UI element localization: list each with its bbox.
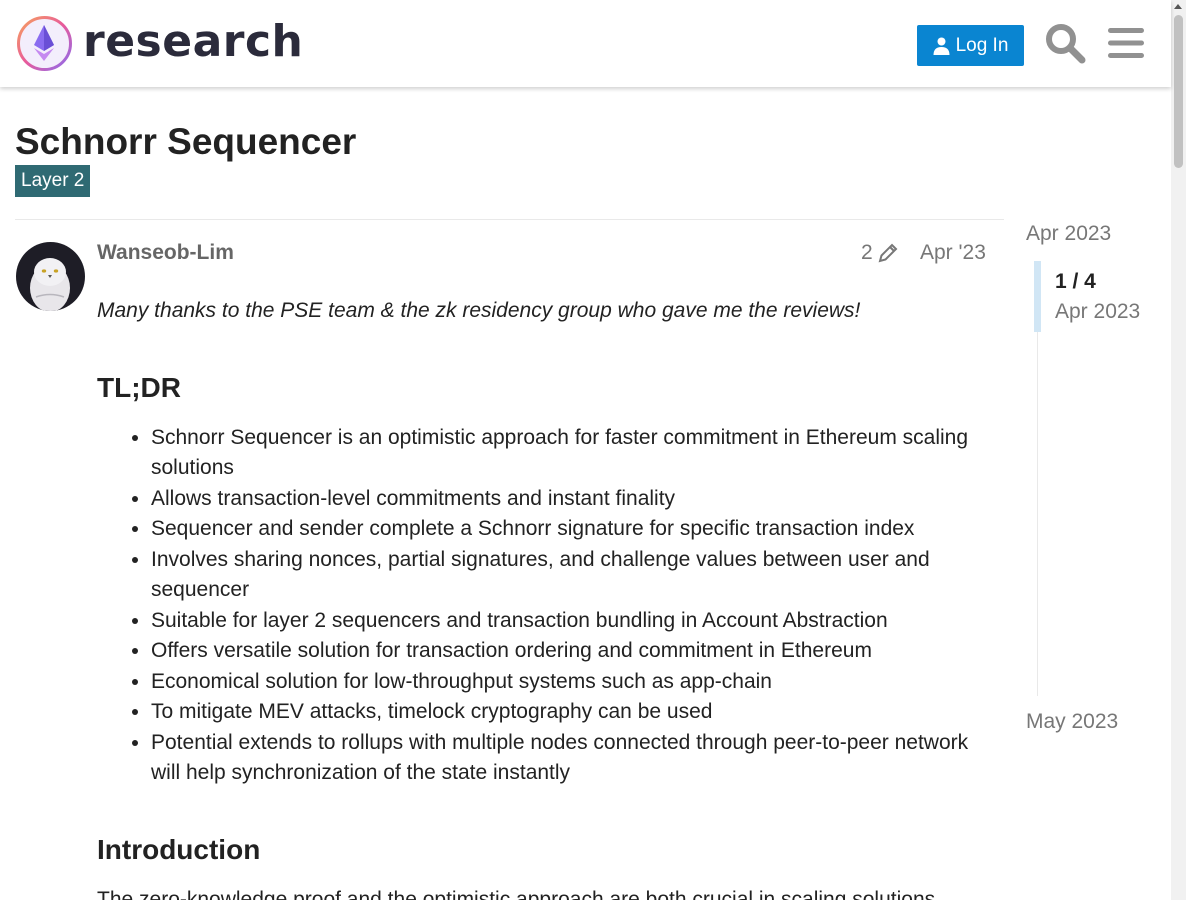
introduction-text: The zero-knowledge proof and the optimis…	[97, 887, 936, 900]
timeline-end-date[interactable]: May 2023	[1026, 710, 1118, 734]
tldr-heading: TL;DR	[97, 371, 181, 403]
login-button[interactable]: Log In	[917, 25, 1024, 66]
thanks-note: Many thanks to the PSE team & the zk res…	[97, 299, 861, 322]
post-body: Many thanks to the PSE team & the zk res…	[97, 296, 977, 900]
title-divider	[15, 219, 1004, 220]
edit-count: 2	[861, 241, 873, 264]
introduction-heading: Introduction	[97, 833, 261, 865]
hamburger-menu-icon[interactable]	[1107, 24, 1145, 62]
user-icon	[933, 37, 950, 55]
list-item: Allows transaction-level commitments and…	[151, 484, 977, 515]
post-author[interactable]: Wanseob-Lim	[97, 241, 234, 265]
post-date[interactable]: Apr '23	[920, 241, 986, 265]
avatar[interactable]	[16, 242, 85, 311]
list-item: Offers versatile solution for transactio…	[151, 636, 977, 667]
ethereum-research-logo	[17, 16, 72, 71]
list-item: Schnorr Sequencer is an optimistic appro…	[151, 423, 977, 484]
list-item: To mitigate MEV attacks, timelock crypto…	[151, 697, 977, 728]
tldr-list: Schnorr Sequencer is an optimistic appro…	[151, 423, 977, 789]
timeline-scroll-handle[interactable]	[1034, 261, 1041, 332]
login-label: Log In	[955, 34, 1009, 56]
timeline-start-date[interactable]: Apr 2023	[1026, 222, 1111, 246]
scroll-up-arrow-icon[interactable]	[1174, 4, 1182, 9]
list-item: Economical solution for low-throughput s…	[151, 667, 977, 698]
search-icon[interactable]	[1044, 22, 1086, 64]
topic-title[interactable]: Schnorr Sequencer	[15, 121, 356, 163]
site-header: research Log In	[0, 0, 1171, 87]
list-item: Sequencer and sender complete a Schnorr …	[151, 514, 977, 545]
list-item: Involves sharing nonces, partial signatu…	[151, 545, 977, 606]
list-item: Suitable for layer 2 sequencers and tran…	[151, 606, 977, 637]
timeline-position: 1 / 4	[1055, 270, 1096, 293]
category-badge[interactable]: Layer 2	[15, 165, 91, 197]
page-scrollbar[interactable]	[1171, 0, 1186, 900]
pencil-icon	[878, 243, 898, 263]
edit-history-button[interactable]: 2	[861, 241, 899, 265]
snowy-owl-avatar	[16, 242, 85, 311]
list-item: Potential extends to rollups with multip…	[151, 728, 977, 789]
scrollbar-thumb[interactable]	[1174, 15, 1183, 168]
site-name: research	[83, 15, 304, 67]
site-logo[interactable]: research	[16, 15, 303, 72]
timeline-position-date: Apr 2023	[1055, 300, 1141, 323]
